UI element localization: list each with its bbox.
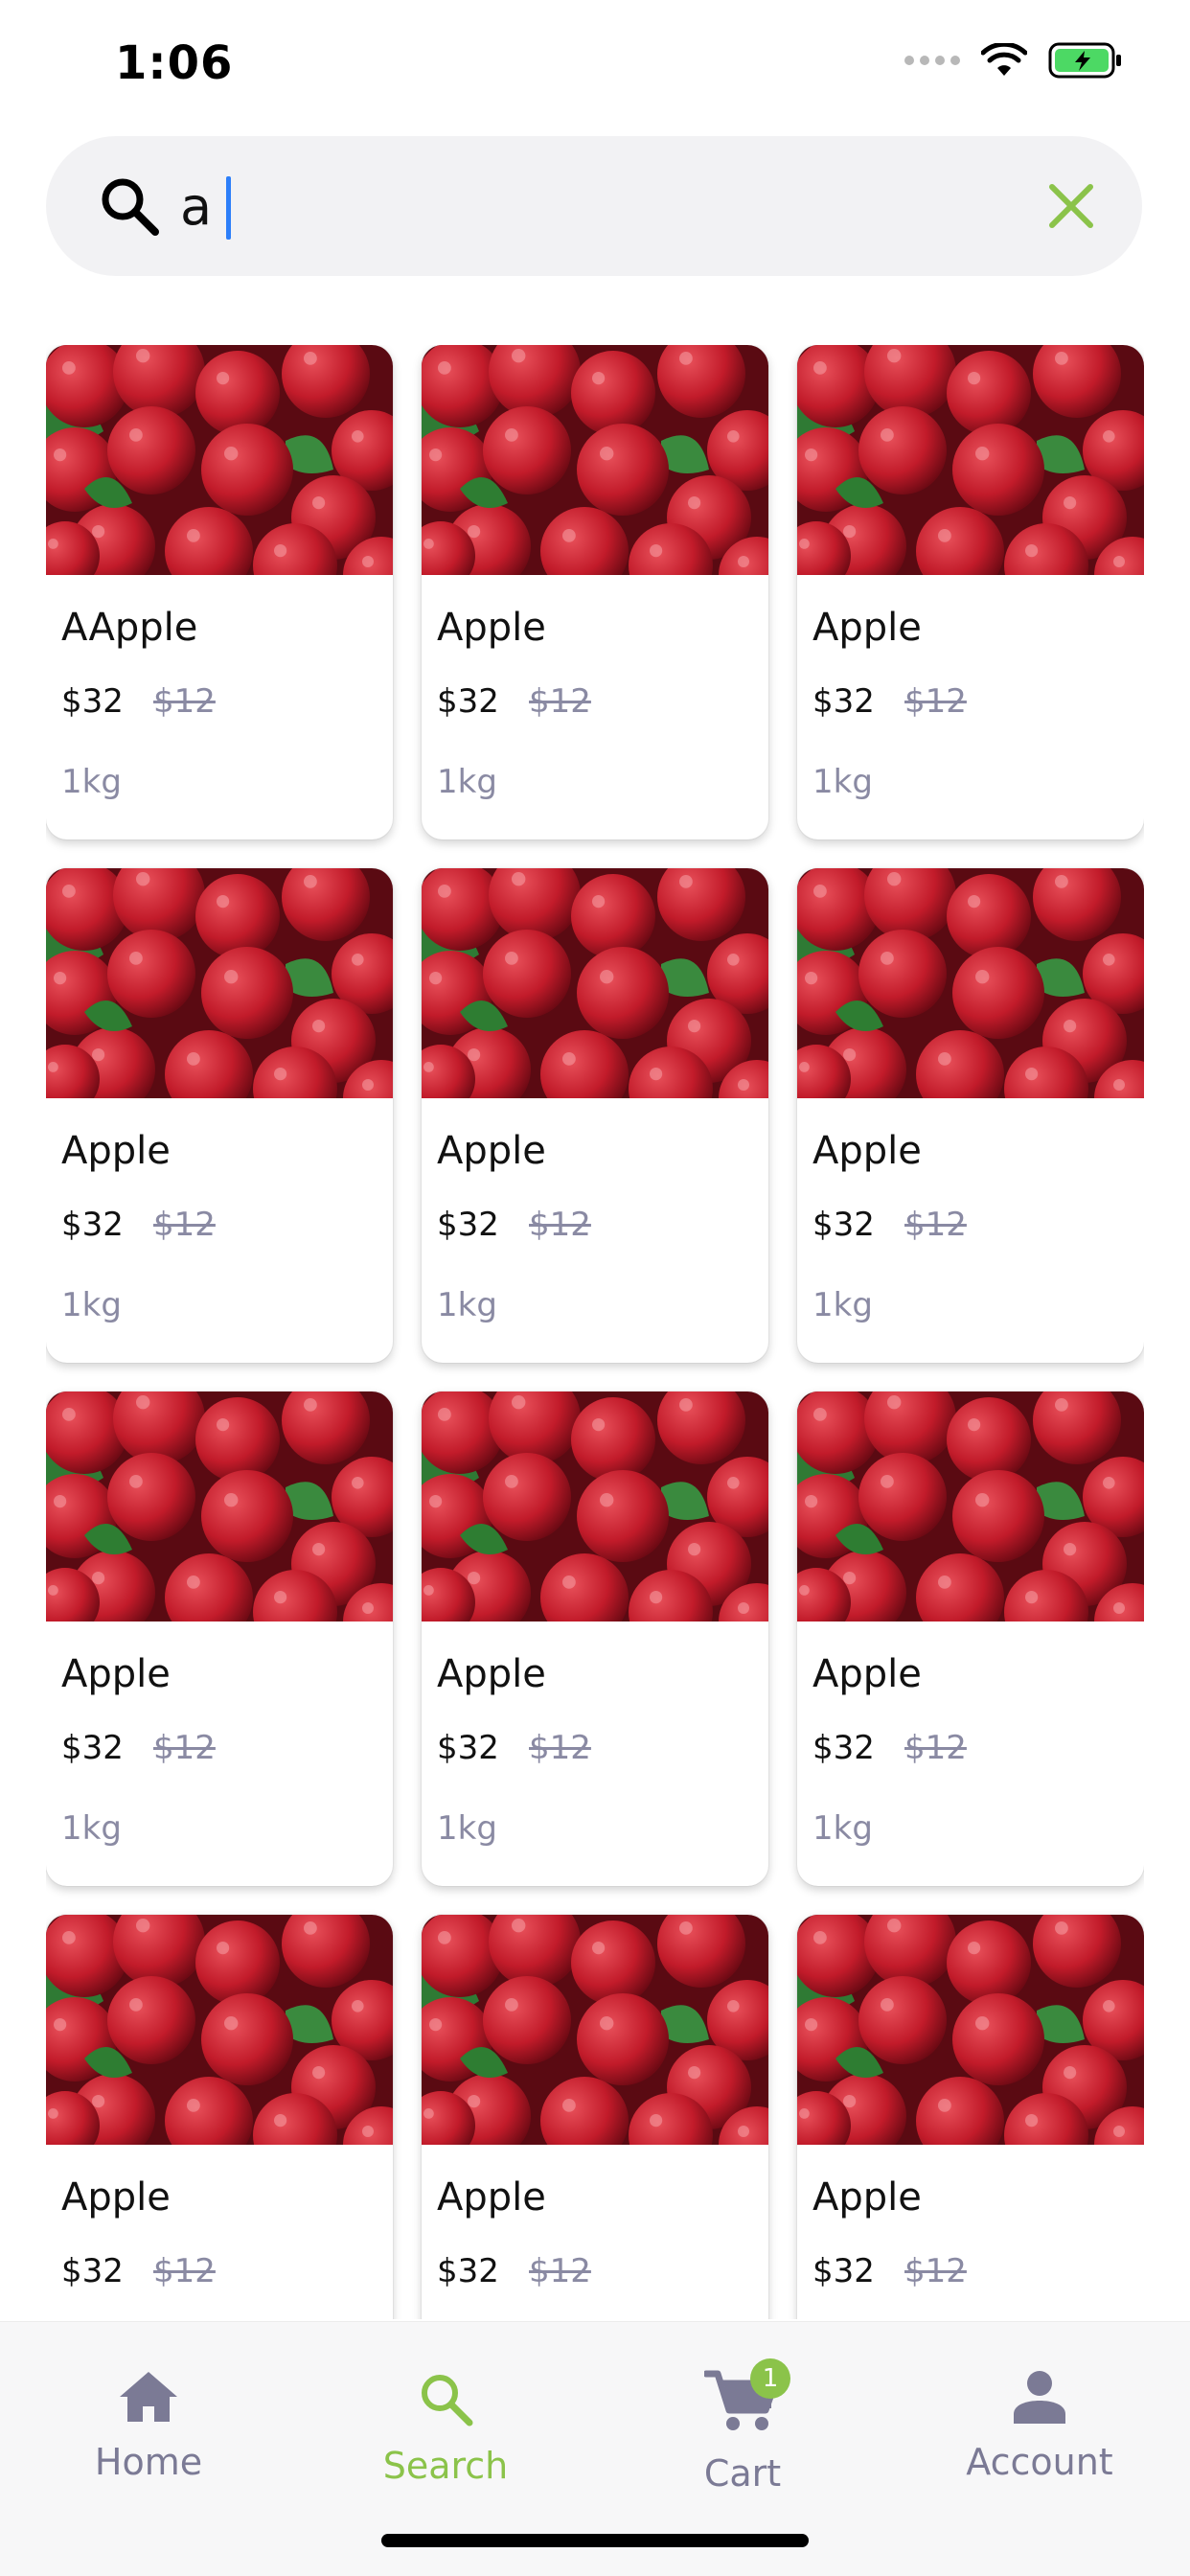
- product-unit: 1kg: [812, 1809, 873, 1848]
- status-time: 1:06: [115, 36, 234, 90]
- product-image: [46, 1392, 393, 1622]
- product-card[interactable]: Apple$32$121kg: [797, 1915, 1144, 2319]
- product-name: Apple: [437, 1129, 546, 1173]
- status-icons: [904, 42, 1123, 79]
- product-unit: 1kg: [61, 1286, 122, 1324]
- product-old-price: $12: [153, 682, 216, 721]
- product-unit: 1kg: [437, 1286, 497, 1324]
- product-price: $32: [812, 2252, 875, 2290]
- search-input[interactable]: [180, 163, 1042, 249]
- product-card[interactable]: Apple $32 $12 1kg: [422, 1392, 768, 1886]
- product-image: [46, 868, 393, 1098]
- product-image: [797, 1392, 1144, 1622]
- product-price: $32: [437, 2252, 499, 2290]
- product-card[interactable]: Apple $32 $12 1kg: [422, 345, 768, 840]
- product-grid: AApple $32 $12 1kg Apple $32 $12 1kg Apple $32 $12…: [46, 345, 1144, 2319]
- product-image: [797, 1915, 1144, 2145]
- product-price: $32: [437, 1729, 499, 1767]
- product-old-price: $12: [153, 1206, 216, 1244]
- product-name: AApple: [61, 606, 198, 650]
- product-card[interactable]: Apple $32 $12 1kg: [797, 868, 1144, 1363]
- product-image: [422, 345, 768, 575]
- product-image: [46, 1915, 393, 2145]
- product-old-price: $12: [529, 1206, 591, 1244]
- product-card[interactable]: Apple$32$121kg: [422, 1915, 768, 2319]
- product-old-price: $12: [153, 1729, 216, 1767]
- nav-cart-label: Cart: [703, 2452, 782, 2495]
- product-name: Apple: [61, 2175, 171, 2220]
- product-image: [797, 868, 1144, 1098]
- product-name: Apple: [437, 2175, 546, 2220]
- product-name: Apple: [812, 1129, 922, 1173]
- product-old-price: $12: [529, 682, 591, 721]
- product-unit: 1kg: [61, 763, 122, 801]
- product-price: $32: [61, 1729, 124, 1767]
- wifi-icon: [981, 43, 1027, 76]
- search-bar[interactable]: [46, 136, 1142, 276]
- home-icon: [120, 2372, 177, 2422]
- search-icon: [422, 2375, 473, 2426]
- search-icon: [102, 178, 159, 236]
- text-caret: [226, 176, 231, 240]
- product-old-price: $12: [904, 1729, 967, 1767]
- clear-search-icon[interactable]: [1042, 177, 1100, 235]
- product-card[interactable]: Apple $32 $12 1kg: [46, 1392, 393, 1886]
- product-name: Apple: [61, 1129, 171, 1173]
- product-price: $32: [437, 1206, 499, 1244]
- nav-home-label: Home: [94, 2441, 203, 2483]
- product-unit: 1kg: [812, 1286, 873, 1324]
- nav-search-label: Search: [382, 2445, 509, 2487]
- status-bar: 1:06: [0, 0, 1190, 125]
- product-card[interactable]: Apple $32 $12 1kg: [46, 868, 393, 1363]
- product-name: Apple: [812, 606, 922, 650]
- account-icon: [1014, 2371, 1065, 2424]
- product-card[interactable]: Apple $32 $12 1kg: [797, 1392, 1144, 1886]
- product-name: Apple: [437, 1652, 546, 1696]
- product-old-price: $12: [904, 2252, 967, 2290]
- product-old-price: $12: [529, 2252, 591, 2290]
- product-image: [797, 345, 1144, 575]
- product-old-price: $12: [153, 2252, 216, 2290]
- product-price: $32: [61, 682, 124, 721]
- product-name: Apple: [812, 1652, 922, 1696]
- product-card[interactable]: AApple $32 $12 1kg: [46, 345, 393, 840]
- product-price: $32: [61, 1206, 124, 1244]
- product-name: Apple: [61, 1652, 171, 1696]
- product-name: Apple: [812, 2175, 922, 2220]
- signal-icon: [904, 56, 960, 65]
- nav-account-label: Account: [966, 2441, 1113, 2483]
- product-card[interactable]: Apple $32 $12 1kg: [422, 868, 768, 1363]
- nav-cart[interactable]: 1 Cart: [594, 2341, 891, 2523]
- product-old-price: $12: [904, 1206, 967, 1244]
- product-unit: 1kg: [437, 1809, 497, 1848]
- product-unit: 1kg: [61, 1809, 122, 1848]
- home-indicator: [381, 2534, 809, 2547]
- nav-search[interactable]: Search: [297, 2341, 594, 2523]
- product-card[interactable]: Apple$32$121kg: [46, 1915, 393, 2319]
- product-name: Apple: [437, 606, 546, 650]
- product-unit: 1kg: [812, 763, 873, 801]
- product-old-price: $12: [904, 682, 967, 721]
- product-price: $32: [812, 1729, 875, 1767]
- product-card[interactable]: Apple $32 $12 1kg: [797, 345, 1144, 840]
- product-price: $32: [812, 1206, 875, 1244]
- cart-badge: 1: [750, 2358, 790, 2399]
- product-old-price: $12: [529, 1729, 591, 1767]
- product-price: $32: [437, 682, 499, 721]
- nav-account[interactable]: Account: [891, 2341, 1188, 2523]
- product-unit: 1kg: [437, 763, 497, 801]
- product-image: [422, 868, 768, 1098]
- product-price: $32: [812, 682, 875, 721]
- nav-home[interactable]: Home: [0, 2341, 297, 2523]
- product-image: [46, 345, 393, 575]
- product-image: [422, 1392, 768, 1622]
- battery-icon: [1048, 42, 1121, 79]
- product-image: [422, 1915, 768, 2145]
- product-price: $32: [61, 2252, 124, 2290]
